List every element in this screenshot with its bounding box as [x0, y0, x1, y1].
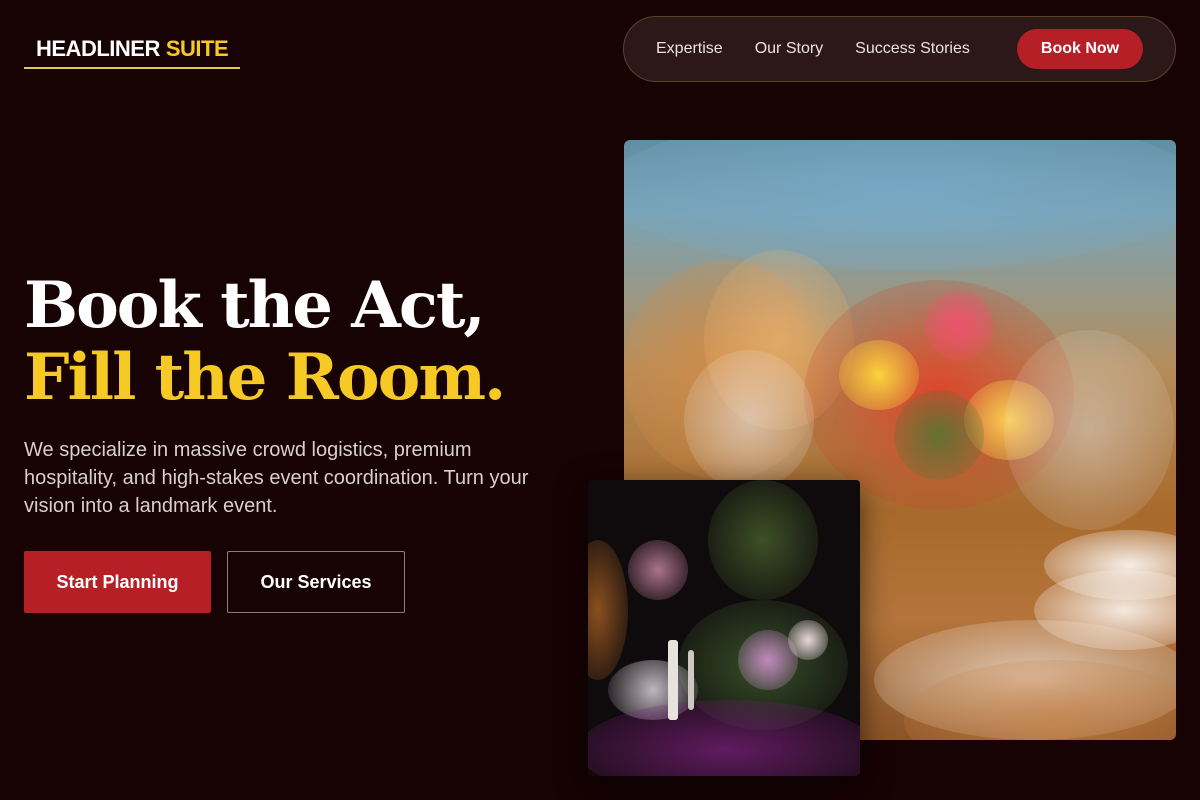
headline-line-2: Fill the Room.: [24, 340, 506, 415]
start-planning-button[interactable]: Start Planning: [24, 551, 211, 613]
hero-headline: Book the Act, Fill the Room.: [24, 268, 506, 415]
nav-link-expertise[interactable]: Expertise: [656, 39, 723, 59]
landing-page: HEADLINER SUITE Expertise Our Story Succ…: [0, 0, 1200, 800]
book-now-button[interactable]: Book Now: [1017, 29, 1143, 69]
nav-link-our-story[interactable]: Our Story: [755, 39, 823, 59]
brand-name-part2: SUITE: [165, 36, 229, 61]
nav-link-success-stories[interactable]: Success Stories: [855, 39, 970, 59]
hero-description: We specialize in massive crowd logistics…: [24, 439, 529, 517]
floral-arrangement-photo: [588, 480, 860, 776]
headline-line-1: Book the Act,: [24, 268, 486, 343]
our-services-button[interactable]: Our Services: [227, 551, 405, 613]
brand-logo[interactable]: HEADLINER SUITE: [24, 35, 241, 69]
brand-name-part1: HEADLINER: [36, 36, 160, 61]
main-nav: Expertise Our Story Success Stories Book…: [623, 16, 1176, 82]
